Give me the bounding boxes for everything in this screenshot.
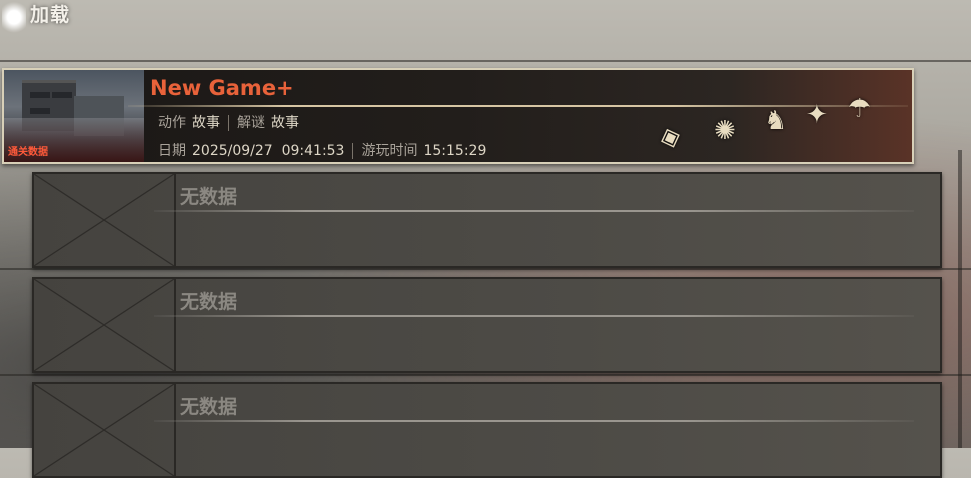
- name-underline: [154, 420, 914, 422]
- puzzle-value: 故事: [271, 115, 299, 131]
- save-thumbnail: 通关数据: [4, 70, 144, 162]
- playtime-label: 游玩时间: [361, 143, 418, 159]
- save-slot-4[interactable]: 无数据: [32, 382, 942, 478]
- puzzle-label: 解谜: [237, 115, 265, 131]
- date-value: 2025/09/27 09:41:53: [192, 143, 345, 159]
- date-label: 日期: [158, 143, 186, 159]
- difficulty-row: 动作 故事 解谜 故事: [158, 112, 299, 132]
- no-data-label: 无数据: [180, 396, 238, 418]
- action-label: 动作: [158, 115, 186, 131]
- save-slot-2[interactable]: 无数据: [32, 172, 942, 268]
- playtime-value: 15:15:29: [423, 143, 487, 159]
- fox-mask-icon: ♞: [764, 106, 788, 136]
- action-value: 故事: [192, 115, 220, 131]
- divider: [0, 60, 971, 62]
- time-row: 日期 2025/09/27 09:41:53 游玩时间 15:15:29: [158, 140, 486, 160]
- puffer-mask-icon: ✺: [714, 116, 736, 146]
- save-name: New Game+: [150, 76, 294, 100]
- collected-masks: ◈ ✺ ♞ ✦ ☂: [655, 94, 888, 158]
- save-slot-1[interactable]: 通关数据 New Game+ 动作 故事 解谜 故事 日期 2025/09/27 09:…: [2, 68, 914, 164]
- page-title: 加载: [30, 4, 71, 26]
- no-data-label: 无数据: [180, 186, 238, 208]
- placeholder-thumbnail-icon: [34, 174, 176, 266]
- title-splash-icon: [2, 2, 26, 36]
- bird-mask-icon: ✦: [806, 100, 828, 130]
- no-data-label: 无数据: [180, 291, 238, 313]
- umbrella-hat-icon: ☂: [848, 94, 872, 124]
- name-underline: [154, 315, 914, 317]
- divider: [0, 268, 971, 270]
- scrollbar[interactable]: [958, 150, 962, 448]
- name-underline: [154, 210, 914, 212]
- paper-charm-icon: ◈: [655, 119, 685, 155]
- save-slot-3[interactable]: 无数据: [32, 277, 942, 373]
- placeholder-thumbnail-icon: [34, 279, 176, 371]
- divider: [0, 374, 971, 376]
- clear-data-badge: 通关数据: [8, 147, 48, 158]
- placeholder-thumbnail-icon: [34, 384, 176, 476]
